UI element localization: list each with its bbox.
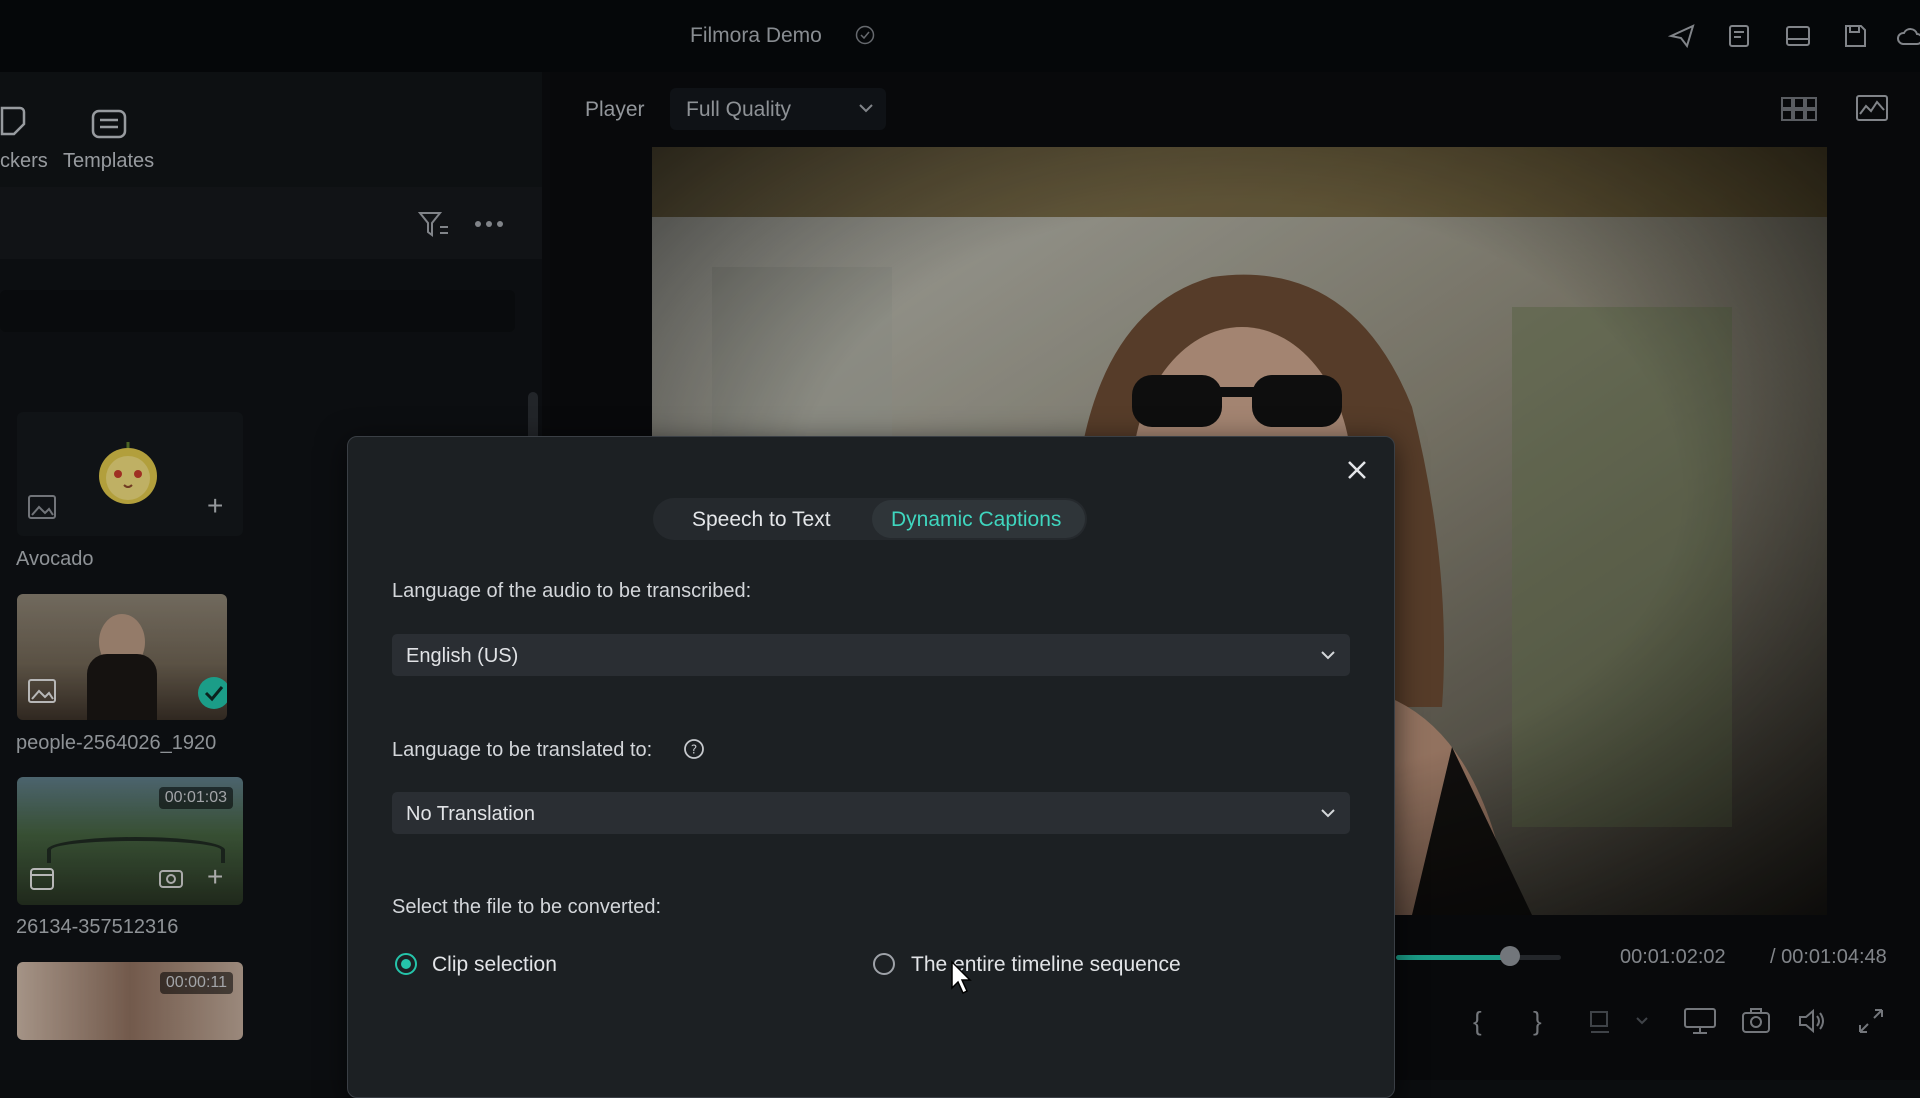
audio-language-value: English (US) <box>406 645 519 667</box>
translate-language-dropdown[interactable] <box>392 792 1350 834</box>
translate-language-value: No Translation <box>406 803 535 825</box>
chevron-down-icon <box>1321 651 1335 660</box>
clip-selection-radio[interactable] <box>395 953 417 975</box>
translate-language-label: Language to be translated to: <box>392 739 653 761</box>
radio-selected-dot <box>401 959 411 969</box>
file-select-label: Select the file to be converted: <box>392 896 662 918</box>
help-icon[interactable]: ? <box>683 738 705 760</box>
svg-text:?: ? <box>691 743 697 757</box>
clip-selection-label[interactable]: Clip selection <box>432 953 557 977</box>
mouse-cursor-icon <box>951 960 972 995</box>
entire-timeline-radio[interactable] <box>873 953 895 975</box>
audio-language-label: Language of the audio to be transcribed: <box>392 580 752 602</box>
tab-speech-to-text[interactable]: Speech to Text <box>692 508 831 532</box>
audio-language-dropdown[interactable] <box>392 634 1350 676</box>
close-icon[interactable] <box>1343 456 1371 484</box>
tab-dynamic-captions[interactable]: Dynamic Captions <box>891 508 1061 532</box>
chevron-down-icon <box>1321 809 1335 818</box>
